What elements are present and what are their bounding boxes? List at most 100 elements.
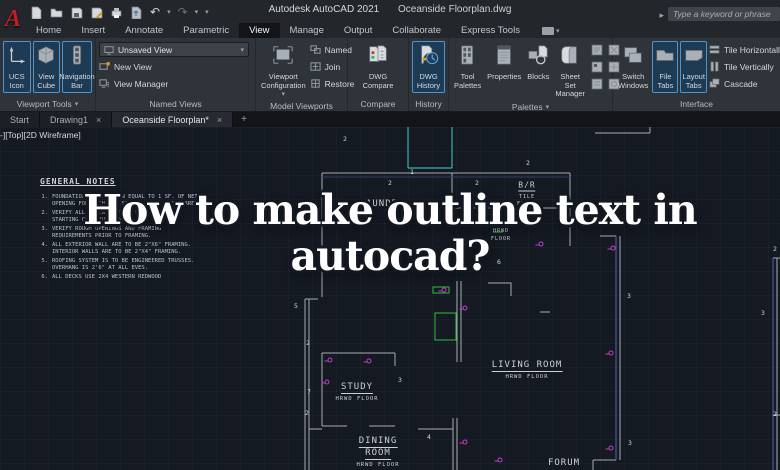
redo-icon[interactable]: ↷ — [178, 6, 188, 18]
redo-caret-icon[interactable] — [195, 8, 199, 16]
panel-model-viewports: Viewport Configuration Named Join Restor… — [256, 38, 354, 111]
electrical-outlet-symbol — [459, 439, 468, 445]
ribbon-tab-manage[interactable]: Manage — [280, 23, 334, 38]
room-label-dining: DINING — [358, 436, 398, 448]
ribbon-tab-parametric[interactable]: Parametric — [173, 23, 239, 38]
dimension-text: 3 — [761, 309, 765, 317]
panel-label[interactable]: Palettes — [512, 102, 543, 112]
panel-label[interactable]: History — [415, 99, 441, 109]
plot-icon[interactable] — [110, 6, 123, 19]
room-label-living-room: LIVING ROOM — [491, 360, 563, 372]
file-tab-label: Oceanside Floorplan* — [122, 114, 209, 125]
ribbon-options-button[interactable] — [538, 23, 564, 38]
open-folder-icon[interactable] — [50, 6, 63, 19]
electrical-outlet-symbol — [459, 305, 468, 311]
new-drawing-tab-button[interactable] — [233, 112, 255, 127]
room-label-study: STUDY — [340, 382, 374, 394]
document-title: Oceanside Floorplan.dwg — [398, 4, 512, 15]
sheet-set-manager-icon — [559, 44, 581, 71]
panel-label[interactable]: Compare — [361, 99, 396, 109]
tool-palettes-button[interactable]: Tool Palettes — [452, 41, 483, 93]
ribbon-tab-view[interactable]: View — [239, 23, 280, 38]
dwg-history-button[interactable]: DWG History — [412, 41, 445, 93]
palette-mini-1-icon[interactable] — [591, 44, 603, 56]
file-tab-label: Drawing1 — [50, 114, 89, 125]
app-title: Autodesk AutoCAD 2021 — [268, 4, 380, 15]
dwg-history-icon — [418, 44, 440, 71]
view-cube-button[interactable]: View Cube — [32, 41, 60, 93]
switch-windows-button[interactable]: Switch Windows — [616, 41, 650, 93]
ribbon-tab-home[interactable]: Home — [26, 23, 71, 38]
floorplan-walls — [304, 127, 780, 470]
new-view-button[interactable]: New View — [99, 59, 249, 74]
overlay-title: How to make outline text in autocad? — [0, 187, 780, 279]
file-tab-drawing1[interactable]: Drawing1 — [40, 112, 113, 127]
navigation-bar-button[interactable]: Navigation Bar — [59, 41, 95, 93]
panel-palettes: Tool Palettes Properties Blocks Sheet Se… — [449, 38, 620, 112]
drawing-viewport[interactable]: -][Top][2D Wireframe] LAUNDRY B/R TILE F… — [0, 127, 780, 470]
palette-mini-5-icon[interactable] — [591, 78, 603, 90]
tile-vertically-button[interactable]: Tile Vertically — [709, 59, 780, 74]
save-icon[interactable] — [70, 6, 83, 19]
dimension-text: 2 — [343, 135, 347, 143]
view-manager-button[interactable]: View Manager — [99, 76, 249, 91]
sheet-set-manager-button[interactable]: Sheet Set Manager — [553, 41, 587, 102]
room-label-hrwd-floor: HRWD FLOOR — [335, 396, 379, 402]
file-tab-oceanside-floorplan-[interactable]: Oceanside Floorplan* — [112, 112, 234, 127]
properties-button[interactable]: Properties — [485, 41, 523, 85]
search-arrow-icon[interactable] — [659, 5, 664, 23]
save-as-icon[interactable] — [90, 6, 103, 19]
dimension-text: 7 — [307, 388, 311, 396]
dimension-text: 4 — [427, 433, 431, 441]
dwg-compare-button[interactable]: DWG Compare — [353, 41, 403, 93]
dimension-text: 1 — [410, 168, 414, 176]
viewport-configuration-button[interactable]: Viewport Configuration — [259, 41, 308, 101]
qat-options-caret-icon[interactable] — [205, 8, 209, 16]
ribbon-tab-collaborate[interactable]: Collaborate — [382, 23, 451, 38]
dimension-text: 3 — [627, 292, 631, 300]
view-state-icon — [104, 45, 114, 55]
room-label-hrwd-floor: HRWD FLOOR — [356, 462, 400, 468]
panel-label[interactable]: Interface — [680, 99, 713, 109]
view-dropdown[interactable]: Unsaved View — [99, 42, 249, 57]
search-input[interactable]: Type a keyword or phrase — [668, 7, 780, 21]
ucs-icon-button[interactable]: UCS Icon — [3, 41, 31, 93]
ribbon-tab-insert[interactable]: Insert — [71, 23, 115, 38]
room-label-forum: FORUM — [547, 458, 581, 468]
blocks-button[interactable]: Blocks — [525, 41, 551, 85]
tile-horizontally-button[interactable]: Tile Horizontally — [709, 42, 780, 57]
panel-label[interactable]: Named Views — [149, 99, 201, 109]
electrical-outlet-symbol — [363, 358, 372, 364]
autocad-logo-icon[interactable] — [0, 0, 26, 38]
palette-mini-3-icon[interactable] — [591, 61, 603, 73]
ribbon: UCS Icon View Cube Navigation Bar Viewpo… — [0, 38, 780, 112]
file-tabs-button[interactable]: File Tabs — [652, 41, 679, 93]
ribbon-tab-bar: Home Insert Annotate Parametric View Manage Ou… — [26, 23, 780, 38]
panel-label[interactable]: Model Viewports — [270, 101, 333, 111]
named-viewports-icon — [309, 45, 321, 54]
close-tab-icon[interactable] — [217, 115, 222, 125]
panel-label[interactable]: Viewport Tools — [17, 99, 72, 109]
electrical-outlet-symbol — [324, 357, 333, 363]
room-label-room: ROOM — [365, 448, 391, 460]
navigation-bar-icon — [66, 44, 88, 71]
panel-compare: DWG Compare Compare — [348, 38, 409, 111]
undo-icon[interactable]: ↶ — [150, 6, 160, 18]
publish-icon[interactable] — [130, 6, 143, 19]
ribbon-tab-output[interactable]: Output — [334, 23, 383, 38]
close-tab-icon[interactable] — [96, 115, 101, 125]
tile-horizontally-icon — [709, 45, 720, 54]
new-file-icon[interactable] — [30, 6, 43, 19]
layout-tabs-button[interactable]: Layout Tabs — [680, 41, 707, 93]
dropdown-caret-icon — [556, 27, 560, 35]
join-viewports-icon — [309, 62, 321, 71]
file-tab-bar: Start Drawing1 Oceanside Floorplan* — [0, 112, 780, 127]
ribbon-tab-express-tools[interactable]: Express Tools — [451, 23, 530, 38]
file-tab-start[interactable]: Start — [0, 112, 41, 127]
cascade-icon — [709, 78, 720, 88]
ucs-axes-icon — [6, 44, 28, 71]
cascade-button[interactable]: Cascade — [709, 76, 780, 91]
ribbon-tab-annotate[interactable]: Annotate — [115, 23, 173, 38]
blocks-icon — [527, 44, 549, 71]
undo-caret-icon[interactable] — [167, 8, 171, 16]
